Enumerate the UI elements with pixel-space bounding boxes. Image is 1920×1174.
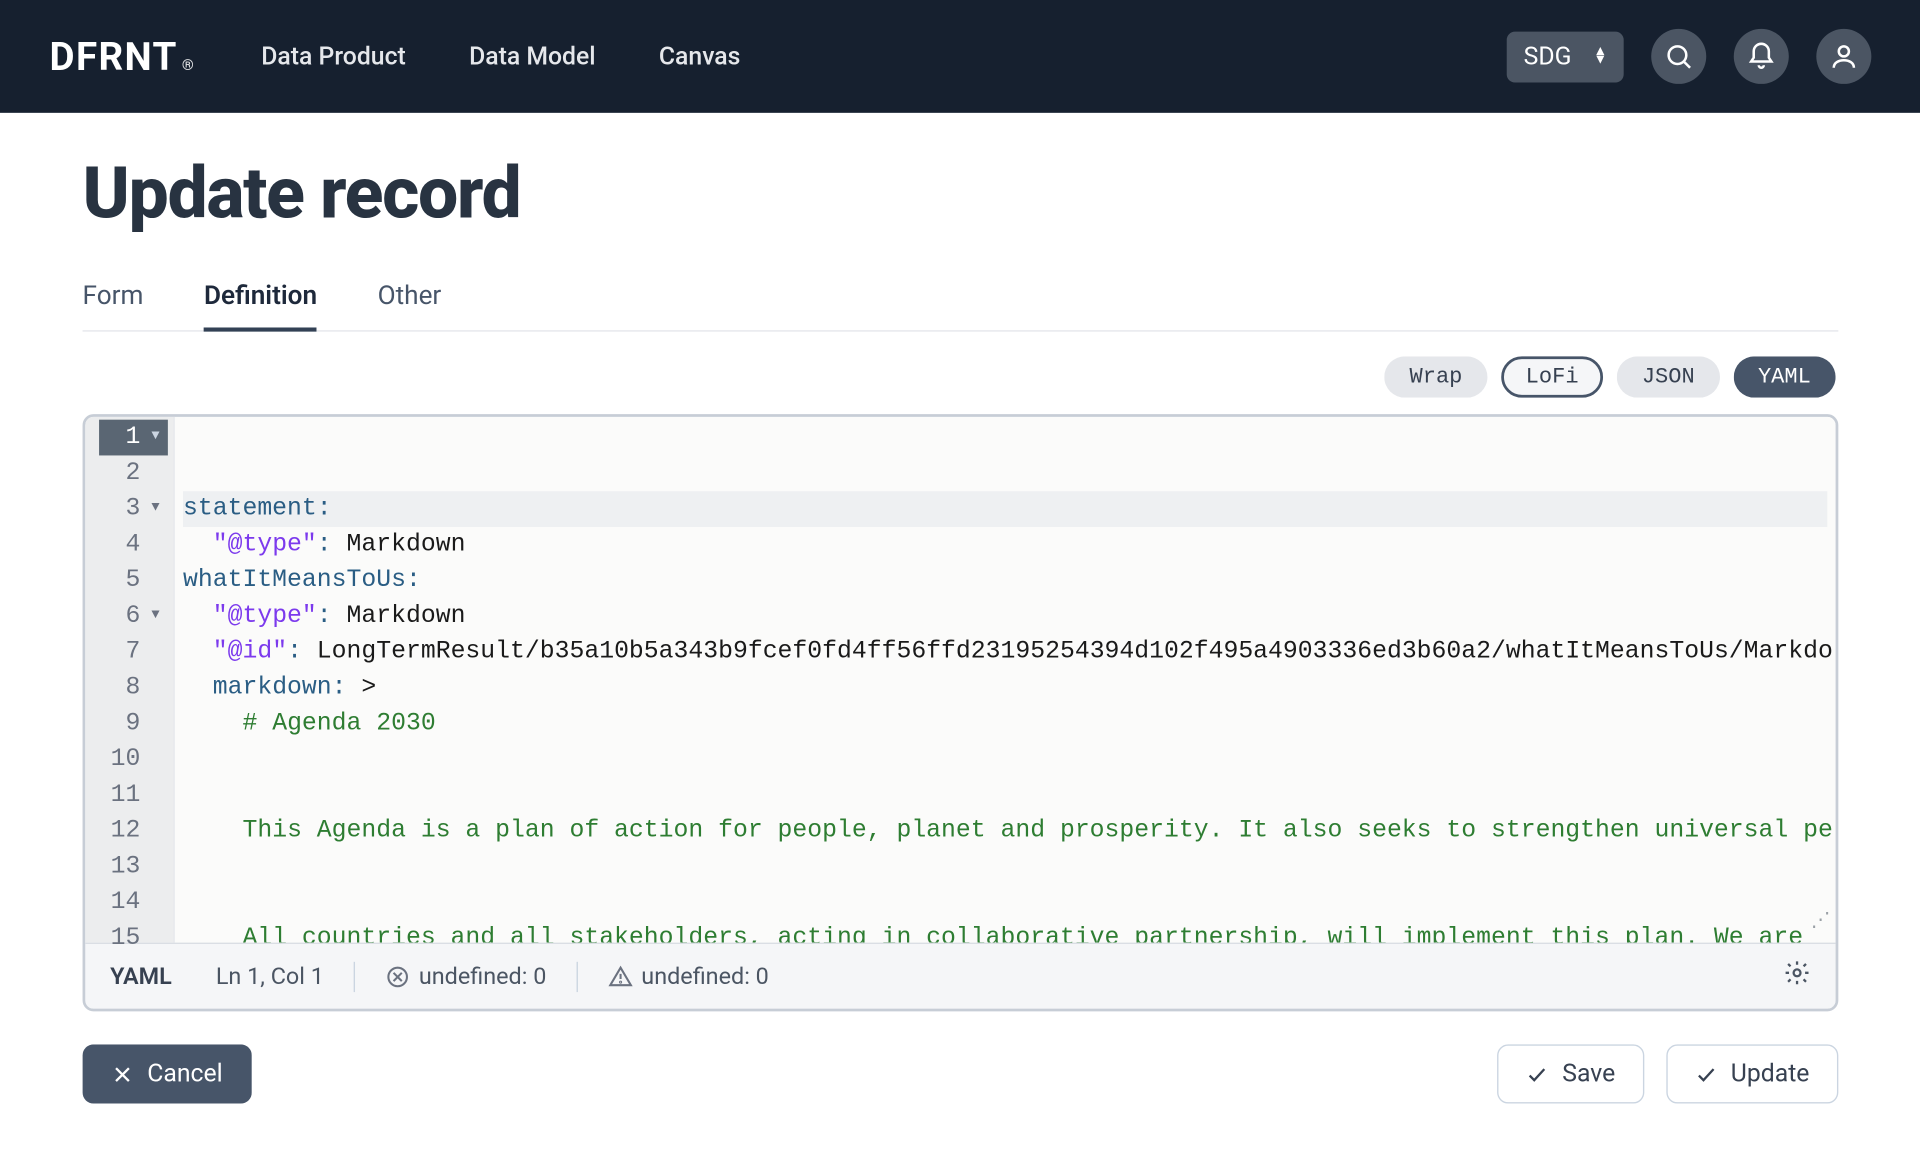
gutter-line: 2 — [99, 455, 168, 491]
format-json[interactable]: JSON — [1617, 356, 1719, 397]
warning-icon — [608, 964, 633, 989]
environment-selector[interactable]: SDG ▲▼ — [1507, 31, 1624, 82]
gutter-line: 12 — [99, 813, 168, 849]
close-icon — [111, 1063, 133, 1085]
gutter-line: 6▼ — [99, 599, 168, 635]
code-line[interactable]: This Agenda is a plan of action for peop… — [183, 813, 1827, 849]
header-right: SDG ▲▼ — [1507, 29, 1871, 84]
code-line[interactable]: statement: — [183, 491, 1827, 527]
gutter-line: 10 — [99, 742, 168, 778]
editor-area[interactable]: 1▼23▼456▼789101112131415 statement: "@ty… — [85, 417, 1835, 943]
toggle-wrap[interactable]: Wrap — [1385, 356, 1487, 397]
search-icon — [1664, 41, 1694, 71]
status-cursor: Ln 1, Col 1 — [216, 963, 324, 991]
cancel-button[interactable]: Cancel — [83, 1044, 252, 1103]
code-line[interactable]: whatItMeansToUs: — [183, 563, 1827, 599]
code-content[interactable]: statement: "@type": MarkdownwhatItMeansT… — [173, 417, 1835, 943]
search-button[interactable] — [1651, 29, 1706, 84]
logo-reg: ® — [182, 56, 195, 74]
update-button[interactable]: Update — [1666, 1044, 1838, 1103]
status-errors[interactable]: undefined: 0 — [386, 963, 547, 991]
status-warnings[interactable]: undefined: 0 — [608, 963, 769, 991]
code-line[interactable] — [183, 742, 1827, 778]
gutter-line: 5 — [99, 563, 168, 599]
error-icon — [386, 964, 411, 989]
status-language: YAML — [110, 963, 172, 991]
save-button[interactable]: Save — [1498, 1044, 1645, 1103]
toggle-lofi[interactable]: LoFi — [1501, 356, 1603, 397]
form-footer: Cancel Save Update — [83, 1044, 1839, 1103]
code-line[interactable] — [183, 885, 1827, 921]
editor-settings-button[interactable] — [1783, 959, 1811, 993]
code-line[interactable] — [183, 777, 1827, 813]
gutter-line: 8 — [99, 670, 168, 706]
check-icon — [1695, 1063, 1717, 1085]
line-gutter: 1▼23▼456▼789101112131415 — [85, 417, 173, 943]
code-line[interactable]: # Agenda 2030 — [183, 706, 1827, 742]
gutter-line: 3▼ — [99, 491, 168, 527]
nav-data-model[interactable]: Data Model — [469, 42, 596, 71]
page-title: Update record — [83, 151, 1839, 235]
status-separator — [577, 961, 578, 991]
gear-icon — [1783, 959, 1811, 987]
footer-right: Save Update — [1498, 1044, 1839, 1103]
tab-definition[interactable]: Definition — [204, 279, 317, 331]
nav-canvas[interactable]: Canvas — [659, 42, 741, 71]
record-tabs: Form Definition Other — [83, 279, 1839, 331]
fold-icon[interactable]: ▼ — [146, 420, 160, 456]
update-label: Update — [1731, 1060, 1810, 1089]
save-label: Save — [1562, 1060, 1615, 1089]
gutter-line: 1▼ — [99, 420, 168, 456]
code-line[interactable]: All countries and all stakeholders, acti… — [183, 921, 1827, 943]
check-icon — [1526, 1063, 1548, 1085]
code-editor: 1▼23▼456▼789101112131415 statement: "@ty… — [83, 414, 1839, 1011]
nav-data-product[interactable]: Data Product — [261, 42, 406, 71]
gutter-line: 11 — [99, 777, 168, 813]
code-line[interactable]: markdown: > — [183, 670, 1827, 706]
gutter-line: 7 — [99, 634, 168, 670]
format-yaml[interactable]: YAML — [1733, 356, 1835, 397]
editor-toolbar: Wrap LoFi JSON YAML — [83, 356, 1839, 397]
gutter-line: 13 — [99, 849, 168, 885]
gutter-line: 4 — [99, 527, 168, 563]
main-nav: Data Product Data Model Canvas — [261, 42, 740, 71]
resize-handle-icon[interactable]: ⋰ — [1811, 904, 1830, 940]
gutter-line: 9 — [99, 706, 168, 742]
app-header: DFRNT ® Data Product Data Model Canvas S… — [0, 0, 1920, 113]
cancel-label: Cancel — [147, 1060, 222, 1089]
tab-other[interactable]: Other — [378, 279, 442, 331]
fold-icon[interactable]: ▼ — [146, 491, 160, 527]
gutter-line: 14 — [99, 885, 168, 921]
profile-button[interactable] — [1816, 29, 1871, 84]
code-line[interactable]: "@type": Markdown — [183, 527, 1827, 563]
code-line[interactable]: "@id": LongTermResult/b35a10b5a343b9fcef… — [183, 634, 1827, 670]
tab-form[interactable]: Form — [83, 279, 144, 331]
chevron-up-down-icon: ▲▼ — [1594, 48, 1608, 65]
user-icon — [1829, 41, 1859, 71]
editor-status-bar: YAML Ln 1, Col 1 undefined: 0 undefined:… — [85, 943, 1835, 1009]
environment-label: SDG — [1524, 42, 1572, 71]
status-warnings-label: undefined: 0 — [641, 963, 769, 991]
gutter-line: 15 — [99, 921, 168, 957]
notifications-button[interactable] — [1734, 29, 1789, 84]
bell-icon — [1746, 41, 1776, 71]
status-separator — [354, 961, 355, 991]
fold-icon[interactable]: ▼ — [146, 599, 160, 635]
page-body: Update record Form Definition Other Wrap… — [0, 113, 1920, 1104]
code-line[interactable]: "@type": Markdown — [183, 599, 1827, 635]
logo[interactable]: DFRNT ® — [50, 34, 196, 79]
code-line[interactable] — [183, 849, 1827, 885]
status-errors-label: undefined: 0 — [419, 963, 547, 991]
logo-text: DFRNT — [50, 34, 178, 79]
